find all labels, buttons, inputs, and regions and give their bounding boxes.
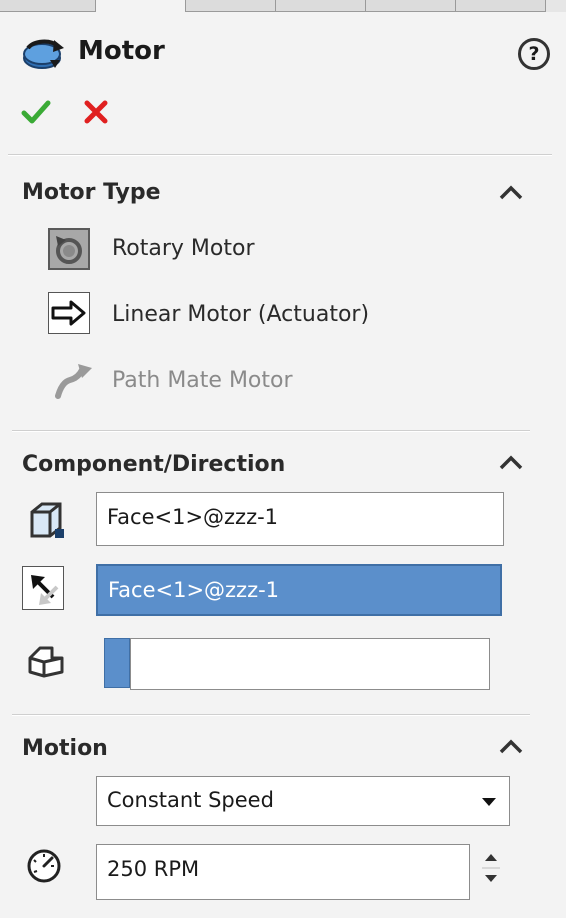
- motor-direction-field[interactable]: Face<1>@zzz-1: [96, 564, 502, 616]
- divider-motor-type: [12, 430, 530, 432]
- relative-component-selection-marker: [104, 638, 130, 688]
- relative-component-field[interactable]: [130, 638, 490, 690]
- page-title: Motor: [78, 36, 165, 66]
- property-manager-tabstrip: [0, 0, 566, 12]
- reverse-direction-button[interactable]: [22, 566, 64, 610]
- speed-gauge-icon: [27, 849, 61, 883]
- motor-location-icon: [30, 502, 64, 538]
- rotary-motor-label[interactable]: Rotary Motor: [112, 236, 255, 261]
- chevron-down-icon: [482, 798, 496, 806]
- help-icon: ?: [528, 43, 540, 65]
- linear-motor-button[interactable]: [48, 292, 90, 334]
- relative-component-icon: [28, 646, 64, 678]
- spinner-arrows-icon: [482, 854, 500, 882]
- speed-input[interactable]: 250 RPM: [96, 844, 470, 900]
- tab-extra[interactable]: [456, 0, 546, 12]
- section-title-motion: Motion: [22, 736, 108, 761]
- tab-property-manager[interactable]: [96, 0, 186, 12]
- linear-motor-label[interactable]: Linear Motor (Actuator): [112, 302, 369, 327]
- collapse-motor-type-button[interactable]: [496, 182, 526, 204]
- motion-type-dropdown[interactable]: Constant Speed: [96, 776, 510, 826]
- help-button[interactable]: ?: [518, 38, 550, 70]
- rotary-motor-icon: [56, 236, 82, 264]
- collapse-component-direction-button[interactable]: [496, 452, 526, 474]
- motion-type-value: Constant Speed: [107, 788, 274, 812]
- tab-dimxpert-manager[interactable]: [276, 0, 366, 12]
- section-title-motor-type: Motor Type: [22, 180, 161, 205]
- tab-feature-manager[interactable]: [0, 0, 96, 12]
- cancel-button[interactable]: [82, 98, 110, 126]
- path-mate-motor-label: Path Mate Motor: [112, 368, 293, 393]
- section-title-component-direction: Component/Direction: [22, 452, 286, 477]
- ok-button[interactable]: [20, 96, 52, 128]
- motor-location-field[interactable]: Face<1>@zzz-1: [96, 492, 504, 546]
- tab-display-manager[interactable]: [366, 0, 456, 12]
- tab-configuration-manager[interactable]: [186, 0, 276, 12]
- header-divider: [8, 154, 552, 156]
- rotary-motor-button[interactable]: [48, 228, 90, 270]
- collapse-motion-button[interactable]: [496, 736, 526, 758]
- motor-icon: [23, 39, 64, 69]
- direction-arrow-icon: [31, 575, 59, 605]
- right-arrow-icon: [51, 300, 86, 326]
- divider-component-direction: [12, 714, 530, 716]
- speed-spinner[interactable]: [476, 846, 506, 890]
- path-mate-motor-icon: [55, 364, 92, 399]
